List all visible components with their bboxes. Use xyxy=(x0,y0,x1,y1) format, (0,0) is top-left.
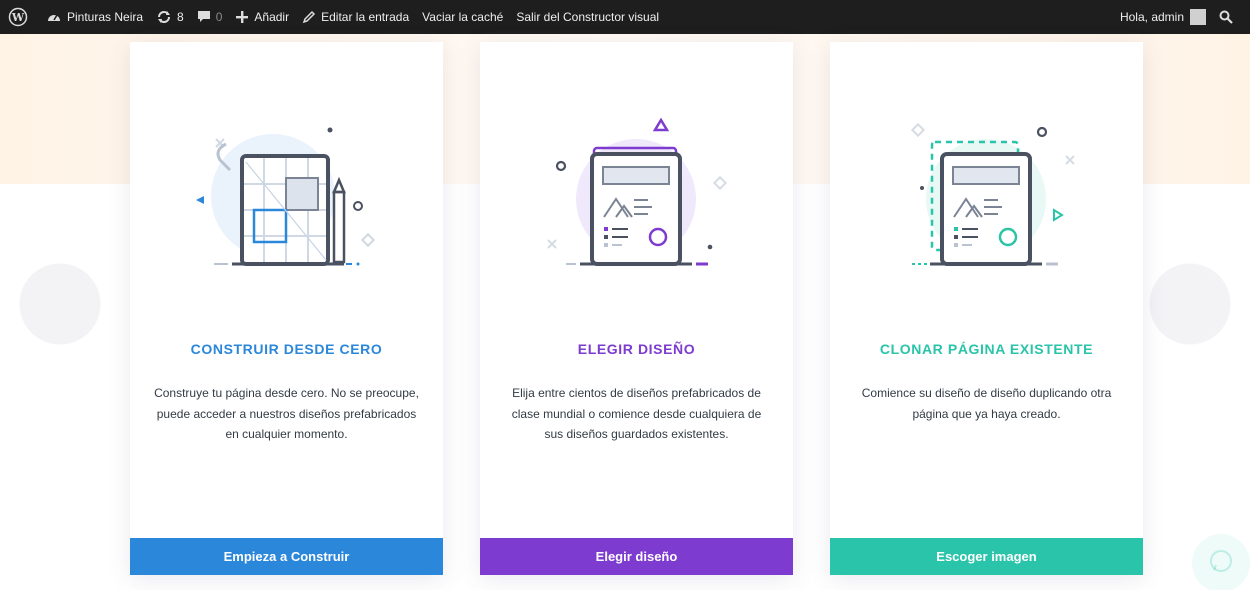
card-description: Construye tu página desde cero. No se pr… xyxy=(154,386,419,441)
updates-icon xyxy=(156,9,172,25)
add-new-link[interactable]: Añadir xyxy=(235,10,289,24)
dashboard-icon xyxy=(46,10,62,24)
exit-builder-label: Salir del Constructor visual xyxy=(516,10,660,24)
svg-text:W: W xyxy=(11,11,25,24)
admin-bar: W Pinturas Neira 8 0 Añadir Editar la en… xyxy=(0,0,1250,34)
search-icon xyxy=(1219,10,1233,24)
build-from-scratch-card: CONSTRUIR DESDE CERO Construye tu página… xyxy=(130,42,443,575)
site-name-label: Pinturas Neira xyxy=(67,10,144,24)
exit-builder-link[interactable]: Salir del Constructor visual xyxy=(516,10,659,24)
clear-cache-label: Vaciar la caché xyxy=(422,10,504,24)
card-title: ELEGIR DISEÑO xyxy=(577,341,696,357)
clear-cache-link[interactable]: Vaciar la caché xyxy=(422,10,503,24)
comments-count: 0 xyxy=(215,10,223,24)
choose-layout-button[interactable]: Elegir diseño xyxy=(480,538,793,575)
blueprint-illustration xyxy=(186,114,386,274)
updates-link[interactable]: 8 xyxy=(156,9,184,25)
clone-illustration xyxy=(886,114,1086,274)
comments-link[interactable]: 0 xyxy=(197,10,223,24)
account-menu[interactable]: Hola, admin xyxy=(1120,9,1206,25)
avatar xyxy=(1190,9,1206,25)
chat-icon xyxy=(1208,548,1234,579)
search-button[interactable] xyxy=(1219,10,1238,24)
choose-image-button[interactable]: Escoger imagen xyxy=(830,538,1143,575)
comment-icon xyxy=(197,10,211,24)
wordpress-icon: W xyxy=(8,7,28,27)
edit-post-link[interactable]: Editar la entrada xyxy=(302,10,409,24)
add-new-label: Añadir xyxy=(254,10,290,24)
greeting-label: Hola, admin xyxy=(1119,10,1184,24)
plus-icon xyxy=(235,10,249,24)
clone-page-card: CLONAR PÁGINA EXISTENTE Comience su dise… xyxy=(830,42,1143,575)
start-building-button[interactable]: Empieza a Construir xyxy=(130,538,443,575)
site-name-link[interactable]: Pinturas Neira xyxy=(46,10,143,24)
edit-post-label: Editar la entrada xyxy=(321,10,410,24)
chat-widget-button[interactable] xyxy=(1192,534,1250,590)
layout-illustration xyxy=(536,114,736,274)
card-description: Comience su diseño de diseño duplicando … xyxy=(861,386,1112,421)
choose-layout-card: ELEGIR DISEÑO Elija entre cientos de dis… xyxy=(480,42,793,575)
card-title: CONSTRUIR DESDE CERO xyxy=(190,341,383,357)
card-description: Elija entre cientos de diseños prefabric… xyxy=(511,386,762,441)
pencil-icon xyxy=(302,10,316,24)
card-title: CLONAR PÁGINA EXISTENTE xyxy=(879,341,1094,357)
updates-count: 8 xyxy=(177,10,184,24)
wordpress-menu[interactable]: W xyxy=(8,7,33,27)
